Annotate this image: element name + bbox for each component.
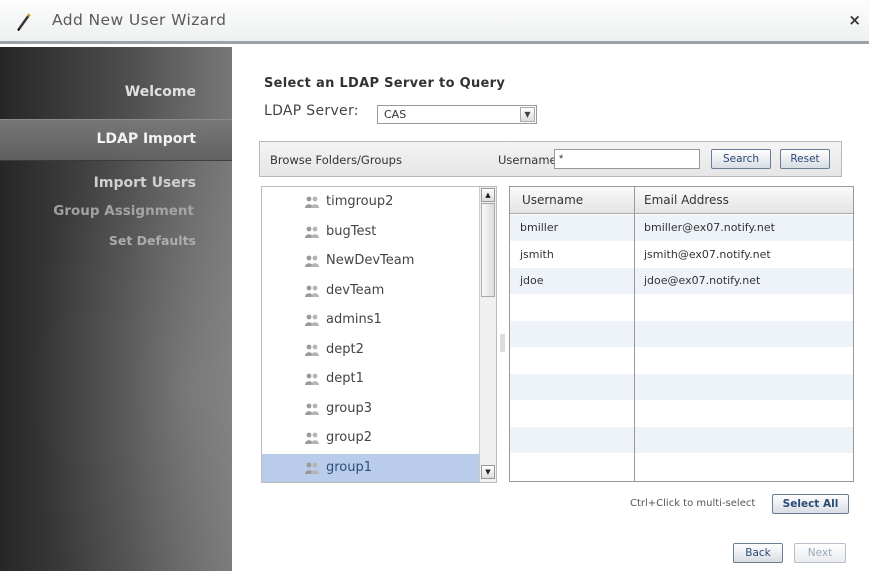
group-icon (304, 342, 320, 358)
close-icon[interactable]: × (848, 11, 861, 29)
step-group-assignment[interactable]: Group Assignment (53, 203, 194, 219)
page-title: Select an LDAP Server to Query (264, 76, 506, 91)
wizard-sidebar: Welcome LDAP Import Import Users Group A… (0, 47, 232, 571)
folder-name: group2 (326, 430, 373, 445)
search-button[interactable]: Search (711, 149, 771, 169)
table-header: Username Email Address (510, 187, 853, 214)
table-row (510, 401, 853, 427)
column-divider (634, 187, 635, 481)
username-cell: jsmith (520, 247, 554, 261)
wizard-content: Select an LDAP Server to Query LDAP Serv… (232, 47, 869, 571)
step-welcome[interactable]: Welcome (125, 84, 196, 100)
folder-item[interactable]: group2 (262, 424, 479, 453)
table-row (510, 427, 853, 453)
select-all-button[interactable]: Select All (772, 494, 849, 514)
group-icon (304, 371, 320, 387)
table-row (510, 321, 853, 347)
table-row[interactable]: jdoe jdoe@ex07.notify.net (510, 268, 853, 294)
group-icon (304, 460, 320, 476)
group-icon (304, 224, 320, 240)
folder-item[interactable]: NewDevTeam (262, 247, 479, 276)
back-button[interactable]: Back (733, 543, 783, 563)
group-icon (304, 401, 320, 417)
ldap-server-select[interactable]: CAS ▼ (377, 105, 537, 124)
folder-list: timgroup2 bugTest NewDevTeam devTeam admins1… (261, 186, 497, 483)
next-button[interactable]: Next (794, 543, 846, 563)
window-title: Add New User Wizard (52, 11, 227, 29)
pencil-icon (17, 13, 31, 32)
ldap-server-label: LDAP Server: (264, 103, 359, 119)
group-icon (304, 194, 320, 210)
folder-name: NewDevTeam (326, 253, 415, 268)
folder-name: group1 (326, 459, 373, 475)
username-search-input[interactable] (554, 149, 700, 169)
column-header-username[interactable]: Username (522, 193, 583, 207)
folder-name: admins1 (326, 312, 382, 327)
folder-item[interactable]: group1 (262, 453, 479, 482)
group-icon (304, 283, 320, 299)
browse-toolbar: Browse Folders/Groups Username: Search R… (259, 141, 842, 177)
chevron-down-icon[interactable]: ▼ (520, 107, 535, 122)
folder-name: bugTest (326, 223, 377, 239)
folder-item[interactable]: bugTest (262, 218, 479, 247)
folder-item[interactable]: dept2 (262, 336, 479, 365)
email-cell: bmiller@ex07.notify.net (644, 221, 775, 234)
email-cell: jsmith@ex07.notify.net (644, 247, 771, 261)
folder-name: dept1 (326, 371, 364, 386)
column-header-email[interactable]: Email Address (644, 193, 729, 207)
folder-scrollbar[interactable]: ▲ ▼ (479, 187, 496, 482)
table-row[interactable]: jsmith jsmith@ex07.notify.net (510, 242, 853, 268)
step-ldap-import[interactable]: LDAP Import (96, 131, 196, 147)
folder-name: devTeam (326, 282, 385, 298)
folder-item[interactable]: admins1 (262, 306, 479, 335)
folder-name: dept2 (326, 341, 364, 357)
username-cell: jdoe (520, 274, 544, 287)
folder-name: timgroup2 (326, 194, 394, 209)
scroll-down-icon[interactable]: ▼ (481, 465, 495, 479)
table-row (510, 295, 853, 321)
browse-folders-label: Browse Folders/Groups (270, 153, 402, 167)
folder-item[interactable]: group3 (262, 395, 479, 424)
folder-item[interactable]: devTeam (262, 277, 479, 306)
folder-item[interactable]: timgroup2 (262, 188, 479, 217)
step-set-defaults[interactable]: Set Defaults (109, 233, 196, 248)
reset-button[interactable]: Reset (780, 149, 830, 169)
step-import-users[interactable]: Import Users (94, 175, 196, 191)
folder-item[interactable]: dept1 (262, 365, 479, 394)
user-table: Username Email Address bmiller bmiller@ex… (509, 186, 854, 482)
username-cell: bmiller (520, 221, 559, 234)
username-label: Username: (498, 153, 561, 167)
pane-splitter[interactable] (500, 334, 505, 352)
ldap-server-value: CAS (384, 108, 407, 121)
folder-name: group3 (326, 400, 373, 416)
scroll-up-icon[interactable]: ▲ (481, 188, 495, 202)
scrollbar-thumb[interactable] (481, 203, 495, 297)
table-row[interactable]: bmiller bmiller@ex07.notify.net (510, 215, 853, 241)
multi-select-hint: Ctrl+Click to multi-select (630, 498, 756, 509)
table-row (510, 454, 853, 480)
group-icon (304, 312, 320, 328)
table-row (510, 374, 853, 400)
group-icon (304, 253, 320, 269)
table-row (510, 348, 853, 374)
title-bar: Add New User Wizard × (0, 0, 869, 44)
group-icon (304, 430, 320, 446)
email-cell: jdoe@ex07.notify.net (644, 274, 761, 287)
